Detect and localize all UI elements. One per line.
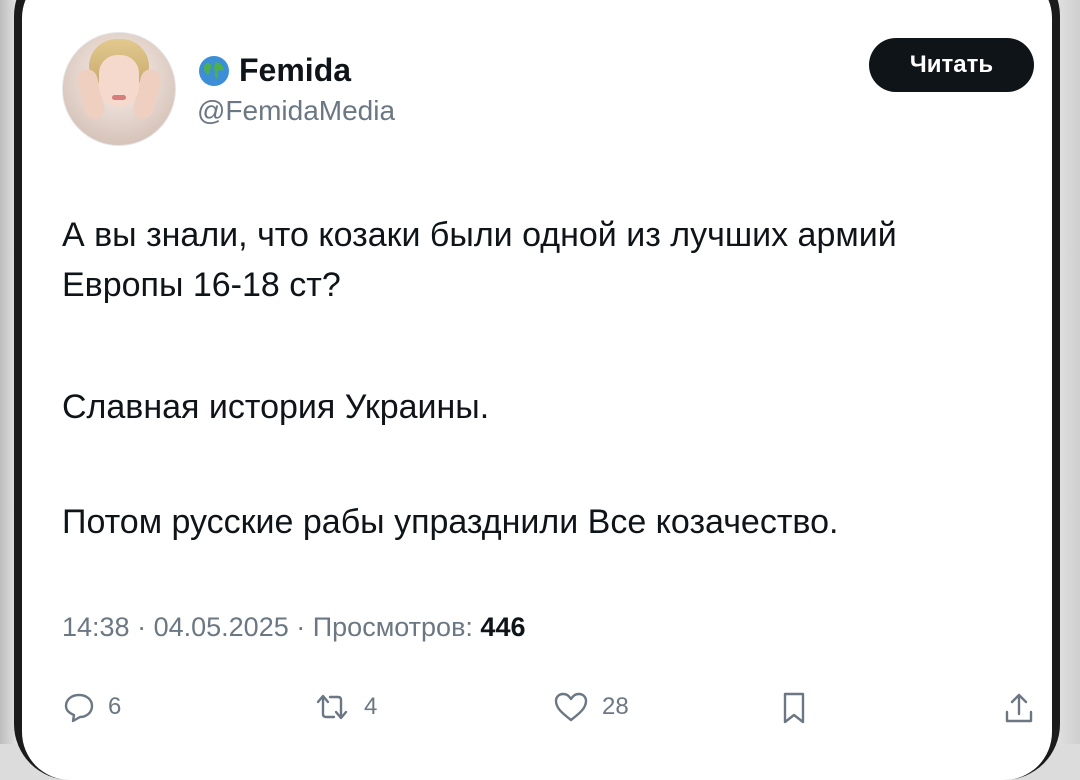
heart-icon xyxy=(552,690,590,724)
meta-separator: · xyxy=(296,612,313,642)
like-button[interactable]: 28 xyxy=(552,690,629,724)
post-date[interactable]: 04.05.2025 xyxy=(154,612,289,642)
author-display-name: Femida xyxy=(239,52,352,88)
bookmark-icon xyxy=(779,690,809,726)
reply-button[interactable]: 6 xyxy=(62,690,121,724)
post-time[interactable]: 14:38 xyxy=(62,612,130,642)
repost-icon xyxy=(312,690,352,724)
reply-icon xyxy=(62,690,96,724)
author-handle[interactable]: @FemidaMedia xyxy=(197,95,395,127)
action-bar: 6 4 28 xyxy=(22,690,1052,740)
post-screen: Femida @FemidaMedia Читать А вы знали, ч… xyxy=(22,0,1052,780)
post-paragraph: Славная история Украины. xyxy=(62,388,490,426)
repost-button[interactable]: 4 xyxy=(312,690,377,724)
post-paragraph: Потом русские рабы упразднили Все козаче… xyxy=(62,503,839,541)
photo-background: Femida @FemidaMedia Читать А вы знали, ч… xyxy=(0,0,1080,780)
post: Femida @FemidaMedia Читать А вы знали, ч… xyxy=(22,0,1052,780)
avatar-lips xyxy=(112,95,126,100)
share-button[interactable] xyxy=(1002,690,1036,726)
read-button[interactable]: Читать xyxy=(869,38,1034,92)
post-meta: 14:38 · 04.05.2025 · Просмотров: 446 xyxy=(62,612,525,643)
author-name-row[interactable]: Femida xyxy=(197,52,351,89)
repost-count: 4 xyxy=(364,693,378,720)
reply-count: 6 xyxy=(108,693,122,720)
views-label: Просмотров: xyxy=(312,612,481,642)
meta-separator: · xyxy=(137,612,154,642)
bookmark-button[interactable] xyxy=(779,690,809,726)
share-icon xyxy=(1002,690,1036,726)
avatar[interactable] xyxy=(62,32,176,146)
like-count: 28 xyxy=(602,693,629,720)
post-paragraph: А вы знали, что козаки были одной из луч… xyxy=(62,216,897,304)
views-count: 446 xyxy=(480,612,526,642)
globe-icon xyxy=(197,54,231,88)
